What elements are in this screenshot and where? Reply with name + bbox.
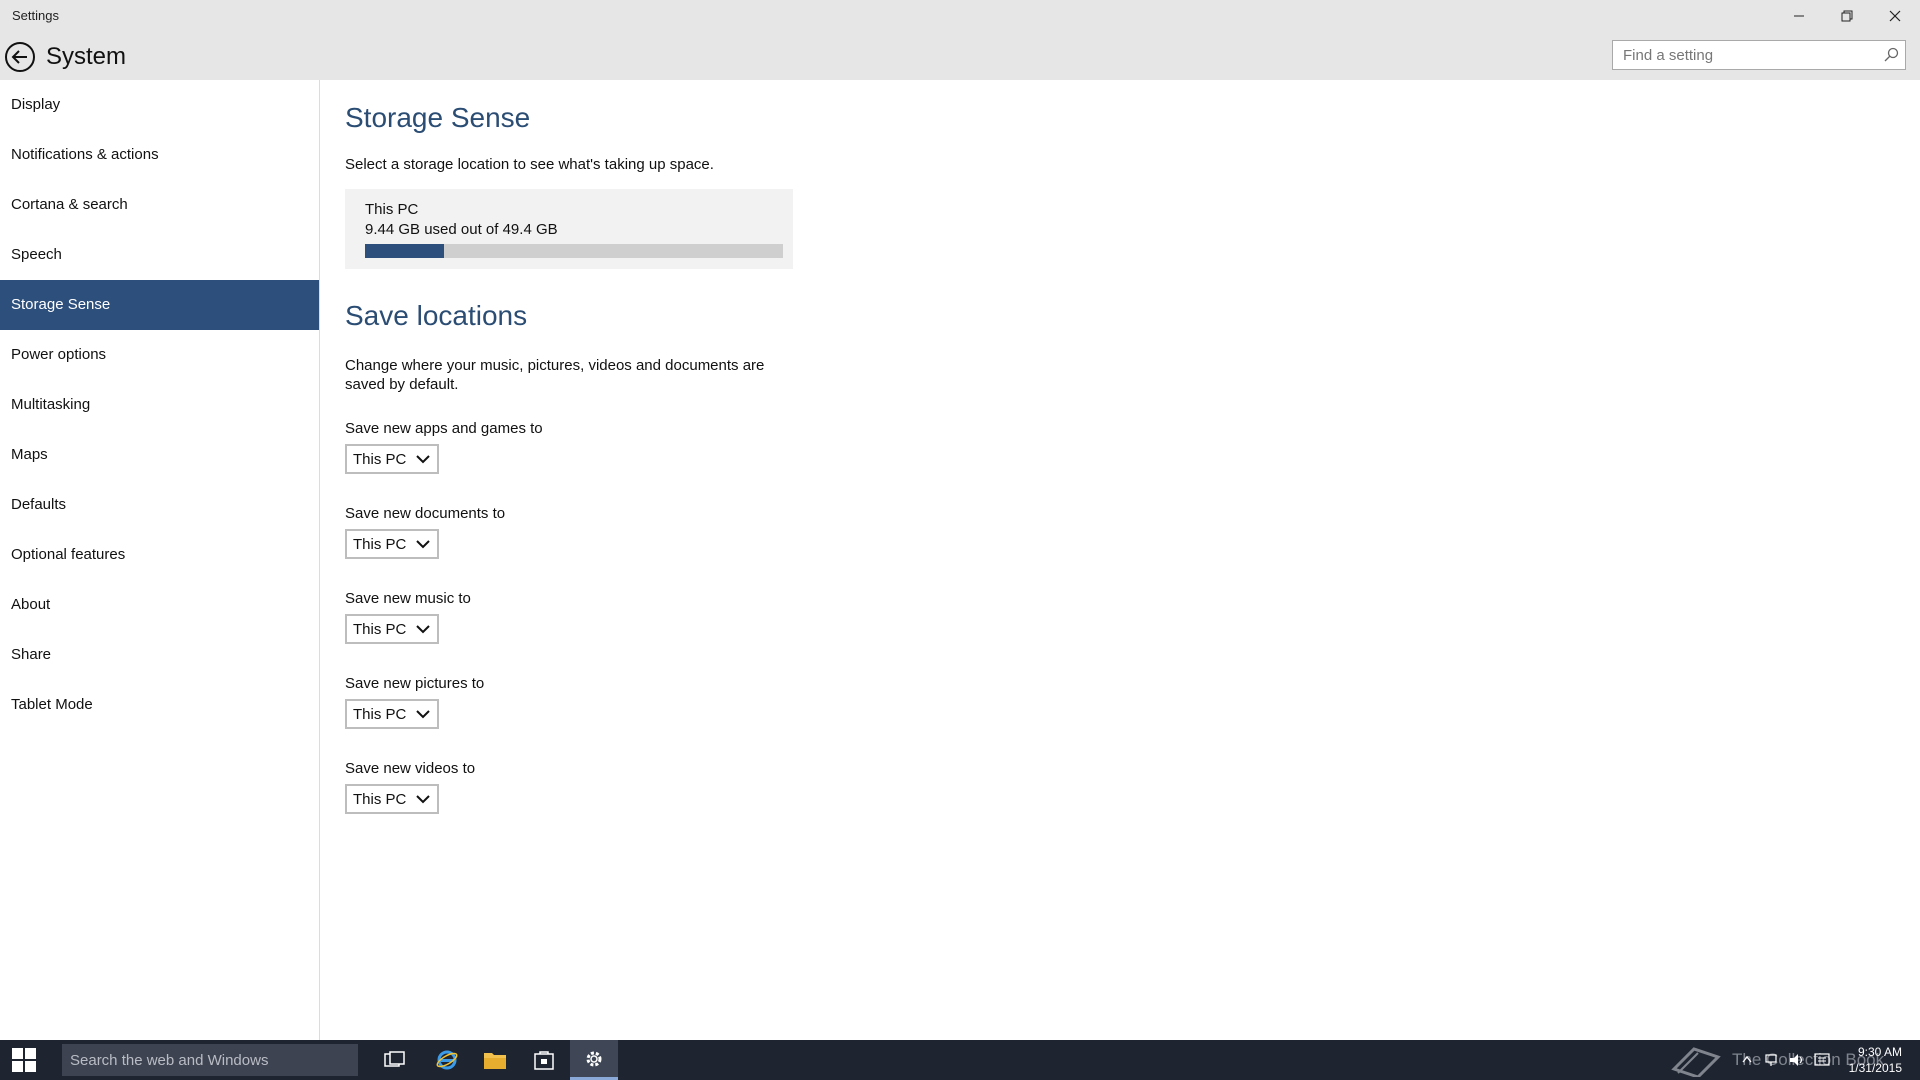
storage-location-name: This PC	[365, 201, 419, 218]
taskbar-search-box[interactable]: Search the web and Windows	[62, 1044, 358, 1076]
dropdown-value: This PC	[353, 536, 407, 553]
close-icon	[1889, 10, 1901, 22]
storage-location-card[interactable]: This PC 9.44 GB used out of 49.4 GB	[345, 189, 793, 269]
book-icon	[1671, 1047, 1721, 1077]
storage-usage-bar	[365, 244, 783, 258]
search-icon[interactable]	[1883, 47, 1899, 63]
store-icon	[534, 1051, 554, 1070]
settings-search[interactable]	[1612, 40, 1906, 70]
task-view-button[interactable]	[371, 1040, 419, 1080]
taskbar-clock[interactable]: 9:30 AM 1/31/2015	[1846, 1044, 1902, 1076]
dropdown-value: This PC	[353, 791, 407, 808]
save-videos-label: Save new videos to	[345, 760, 476, 777]
internet-explorer-button[interactable]	[423, 1040, 471, 1080]
chevron-down-icon	[416, 455, 430, 464]
chevron-down-icon	[416, 625, 430, 634]
restore-button[interactable]	[1824, 0, 1870, 32]
page-title: System	[46, 43, 127, 70]
save-videos-dropdown[interactable]: This PC	[345, 784, 439, 814]
chevron-down-icon	[416, 795, 430, 804]
minimize-button[interactable]	[1776, 0, 1822, 32]
file-explorer-button[interactable]	[471, 1040, 519, 1080]
save-pictures-dropdown[interactable]: This PC	[345, 699, 439, 729]
clock-time: 9:30 AM	[1857, 1045, 1902, 1059]
windows-logo-icon	[12, 1048, 36, 1072]
folder-icon	[484, 1053, 506, 1069]
chevron-down-icon	[416, 710, 430, 719]
settings-taskbar-button[interactable]	[570, 1040, 618, 1080]
title-bar: Settings	[0, 0, 1920, 32]
dropdown-value: This PC	[353, 706, 407, 723]
sidebar-item-defaults[interactable]: Defaults	[0, 480, 319, 530]
back-button[interactable]	[4, 41, 36, 73]
chevron-up-icon[interactable]	[1742, 1055, 1752, 1063]
save-apps-dropdown[interactable]: This PC	[345, 444, 439, 474]
sidebar-item-maps[interactable]: Maps	[0, 430, 319, 480]
sidebar-item-multitasking[interactable]: Multitasking	[0, 380, 319, 430]
back-arrow-icon	[5, 42, 35, 72]
sidebar: Display Notifications & actions Cortana …	[0, 80, 320, 1040]
save-music-dropdown[interactable]: This PC	[345, 614, 439, 644]
store-button[interactable]	[520, 1040, 568, 1080]
storage-usage-text: 9.44 GB used out of 49.4 GB	[365, 221, 558, 238]
save-music-label: Save new music to	[345, 590, 471, 607]
sidebar-item-display[interactable]: Display	[0, 80, 319, 130]
volume-icon[interactable]	[1788, 1052, 1806, 1068]
window-title: Settings	[12, 8, 59, 23]
network-icon[interactable]	[1764, 1052, 1780, 1068]
sidebar-item-storage-sense[interactable]: Storage Sense	[0, 280, 319, 330]
section-title: Storage Sense	[345, 102, 531, 133]
sidebar-item-power-options[interactable]: Power options	[0, 330, 319, 380]
internet-explorer-icon	[436, 1050, 458, 1070]
sidebar-item-share[interactable]: Share	[0, 630, 319, 680]
sidebar-item-speech[interactable]: Speech	[0, 230, 319, 280]
system-tray	[1742, 1040, 1842, 1080]
taskbar: Search the web and Windows The Collectio…	[0, 1040, 1920, 1080]
sidebar-item-about[interactable]: About	[0, 580, 319, 630]
search-input[interactable]	[1613, 41, 1873, 69]
section-subtitle: Select a storage location to see what's …	[345, 156, 714, 173]
storage-usage-fill	[365, 244, 445, 258]
save-pictures-label: Save new pictures to	[345, 675, 485, 692]
close-button[interactable]	[1872, 0, 1918, 32]
minimize-icon	[1794, 15, 1804, 17]
start-button[interactable]	[0, 1040, 48, 1080]
save-documents-label: Save new documents to	[345, 505, 506, 522]
save-locations-title: Save locations	[345, 300, 528, 331]
dropdown-value: This PC	[353, 451, 407, 468]
save-apps-label: Save new apps and games to	[345, 420, 543, 437]
save-documents-dropdown[interactable]: This PC	[345, 529, 439, 559]
task-view-icon	[384, 1051, 405, 1067]
sidebar-item-tablet-mode[interactable]: Tablet Mode	[0, 680, 319, 730]
save-locations-description: Change where your music, pictures, video…	[345, 357, 765, 393]
clock-date: 1/31/2015	[1848, 1061, 1902, 1075]
sidebar-item-optional-features[interactable]: Optional features	[0, 530, 319, 580]
sidebar-item-cortana[interactable]: Cortana & search	[0, 180, 319, 230]
gear-icon	[586, 1051, 602, 1066]
chevron-down-icon	[416, 540, 430, 549]
dropdown-value: This PC	[353, 621, 407, 638]
sidebar-item-notifications[interactable]: Notifications & actions	[0, 130, 319, 180]
taskbar-search-placeholder: Search the web and Windows	[70, 1052, 269, 1069]
action-center-icon[interactable]	[1814, 1052, 1830, 1068]
restore-icon	[1841, 10, 1853, 22]
